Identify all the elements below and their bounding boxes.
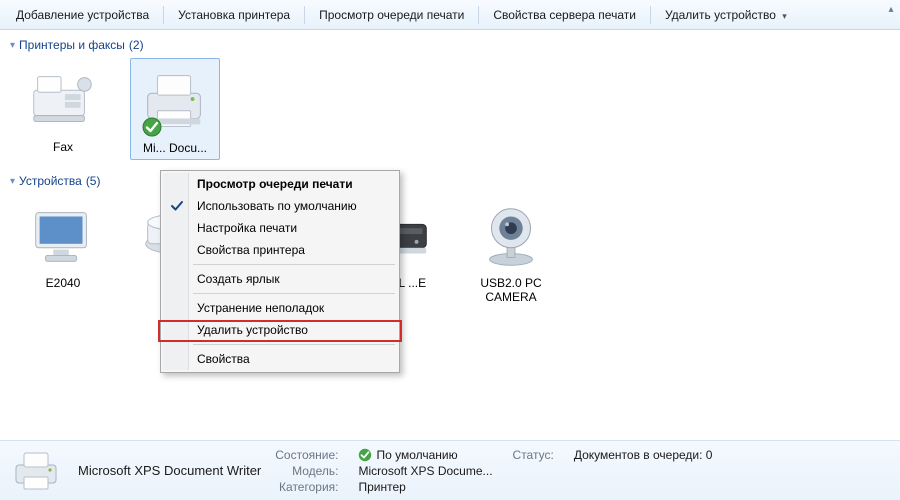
device-label: Mi... Docu... bbox=[143, 141, 207, 155]
content-area: ▾ Принтеры и факсы (2) Fax bbox=[0, 30, 900, 440]
monitor-icon bbox=[24, 198, 102, 274]
group-count: (2) bbox=[129, 38, 144, 52]
details-title: Microsoft XPS Document Writer bbox=[78, 463, 261, 478]
toolbar-add-printer[interactable]: Установка принтера bbox=[168, 4, 300, 26]
device-item-e2040[interactable]: E2040 bbox=[18, 194, 108, 308]
device-label: USB2.0 PC CAMERA bbox=[470, 276, 552, 304]
toolbar-view-print-queue[interactable]: Просмотр очереди печати bbox=[309, 4, 474, 26]
toolbar-print-server-properties[interactable]: Свойства сервера печати bbox=[483, 4, 646, 26]
group-label: Устройства bbox=[19, 174, 82, 188]
context-menu-remove-device[interactable]: Удалить устройство bbox=[163, 319, 397, 341]
toolbar-remove-device-label: Удалить устройство bbox=[665, 8, 776, 22]
details-status-label: Статус: bbox=[513, 448, 554, 462]
context-menu-properties[interactable]: Свойства bbox=[163, 348, 397, 370]
context-menu-view-queue[interactable]: Просмотр очереди печати bbox=[163, 173, 397, 195]
context-menu-printing-preferences[interactable]: Настройка печати bbox=[163, 217, 397, 239]
group-header-printers-faxes[interactable]: ▾ Принтеры и факсы (2) bbox=[4, 34, 900, 56]
details-state-value: По умолчанию bbox=[358, 448, 492, 462]
context-menu-separator bbox=[193, 293, 395, 294]
device-item-xps-writer[interactable]: Mi... Docu... bbox=[130, 58, 220, 160]
details-category-value: Принтер bbox=[358, 480, 492, 494]
toolbar-separator bbox=[478, 6, 479, 24]
fax-icon bbox=[24, 62, 102, 138]
group-label: Принтеры и факсы bbox=[19, 38, 125, 52]
details-properties: Состояние: По умолчанию Статус: Документ… bbox=[275, 448, 712, 494]
context-menu-separator bbox=[193, 264, 395, 265]
details-pane: Microsoft XPS Document Writer Состояние:… bbox=[0, 440, 900, 500]
context-menu-set-default[interactable]: Использовать по умолчанию bbox=[163, 195, 397, 217]
context-menu: Просмотр очереди печати Использовать по … bbox=[160, 170, 400, 373]
device-label: E2040 bbox=[46, 276, 81, 290]
checkmark-icon bbox=[170, 199, 184, 213]
collapse-icon: ▾ bbox=[10, 40, 15, 51]
chevron-down-icon: ▾ bbox=[782, 11, 787, 21]
default-check-badge-icon bbox=[142, 117, 162, 137]
toolbar-scroll-up-icon[interactable]: ▴ bbox=[884, 2, 898, 16]
group-header-devices[interactable]: ▾ Устройства (5) bbox=[4, 170, 900, 192]
toolbar-add-device[interactable]: Добавление устройства bbox=[6, 4, 159, 26]
printer-icon bbox=[136, 63, 214, 139]
device-item-usb-camera[interactable]: USB2.0 PC CAMERA bbox=[466, 194, 556, 308]
printer-icon bbox=[10, 447, 64, 495]
group-count: (5) bbox=[86, 174, 101, 188]
details-category-label: Категория: bbox=[275, 480, 338, 494]
toolbar-remove-device[interactable]: Удалить устройство ▾ bbox=[655, 4, 797, 26]
webcam-icon bbox=[472, 198, 550, 274]
printers-grid: Fax Mi... Docu... bbox=[4, 56, 900, 170]
devices-grid: E2040 bbox=[4, 192, 900, 318]
details-model-value: Microsoft XPS Docume... bbox=[358, 464, 492, 478]
context-menu-troubleshoot[interactable]: Устранение неполадок bbox=[163, 297, 397, 319]
collapse-icon: ▾ bbox=[10, 176, 15, 187]
device-item-fax[interactable]: Fax bbox=[18, 58, 108, 160]
toolbar-separator bbox=[650, 6, 651, 24]
details-status-value: Документов в очереди: 0 bbox=[574, 448, 713, 462]
context-menu-printer-properties[interactable]: Свойства принтера bbox=[163, 239, 397, 261]
ok-check-icon bbox=[358, 448, 372, 462]
toolbar-separator bbox=[304, 6, 305, 24]
context-menu-create-shortcut[interactable]: Создать ярлык bbox=[163, 268, 397, 290]
toolbar-separator bbox=[163, 6, 164, 24]
details-model-label: Модель: bbox=[275, 464, 338, 478]
device-label: Fax bbox=[53, 140, 73, 154]
details-state-text: По умолчанию bbox=[376, 448, 457, 462]
context-menu-item-label: Использовать по умолчанию bbox=[197, 199, 357, 213]
command-bar: Добавление устройства Установка принтера… bbox=[0, 0, 900, 30]
context-menu-separator bbox=[193, 344, 395, 345]
details-state-label: Состояние: bbox=[275, 448, 338, 462]
